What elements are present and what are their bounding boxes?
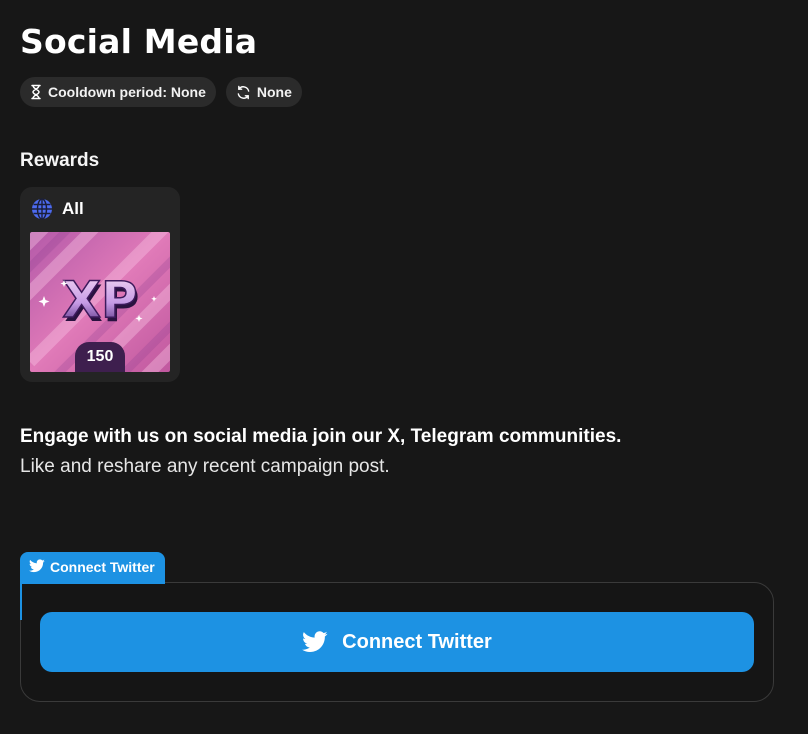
hourglass-icon <box>31 84 41 100</box>
quest-description-primary: Engage with us on social media join our … <box>20 426 622 447</box>
cooldown-label: Cooldown period: None <box>48 84 206 100</box>
twitter-icon <box>29 559 45 573</box>
page-title: Social Media <box>20 22 258 61</box>
connect-panel-accent <box>20 580 22 620</box>
xp-text: XP <box>62 271 137 329</box>
cooldown-chip: Cooldown period: None <box>20 77 216 107</box>
recurrence-chip: None <box>225 77 302 107</box>
connect-twitter-button-label: Connect Twitter <box>342 630 492 653</box>
xp-reward-image: XP XP 150 <box>30 232 170 372</box>
globe-icon <box>32 198 52 220</box>
quest-description-secondary: Like and reshare any recent campaign pos… <box>20 456 390 477</box>
quest-page: Social Media Cooldown period: None None … <box>0 0 808 734</box>
rewards-heading: Rewards <box>20 150 100 171</box>
recurrence-label: None <box>256 84 292 100</box>
connect-twitter-tab-label: Connect Twitter <box>50 559 155 575</box>
reward-scope: All <box>31 198 84 220</box>
reward-card: All XP XP 150 <box>20 187 180 382</box>
reward-scope-label: All <box>62 199 84 218</box>
connect-twitter-button[interactable]: Connect Twitter <box>40 612 754 672</box>
connect-twitter-tab: Connect Twitter <box>20 552 165 584</box>
quest-meta-chips: Cooldown period: None None <box>20 77 302 107</box>
reward-amount-badge: 150 <box>75 342 125 372</box>
refresh-icon <box>237 85 250 99</box>
twitter-icon <box>302 631 328 652</box>
